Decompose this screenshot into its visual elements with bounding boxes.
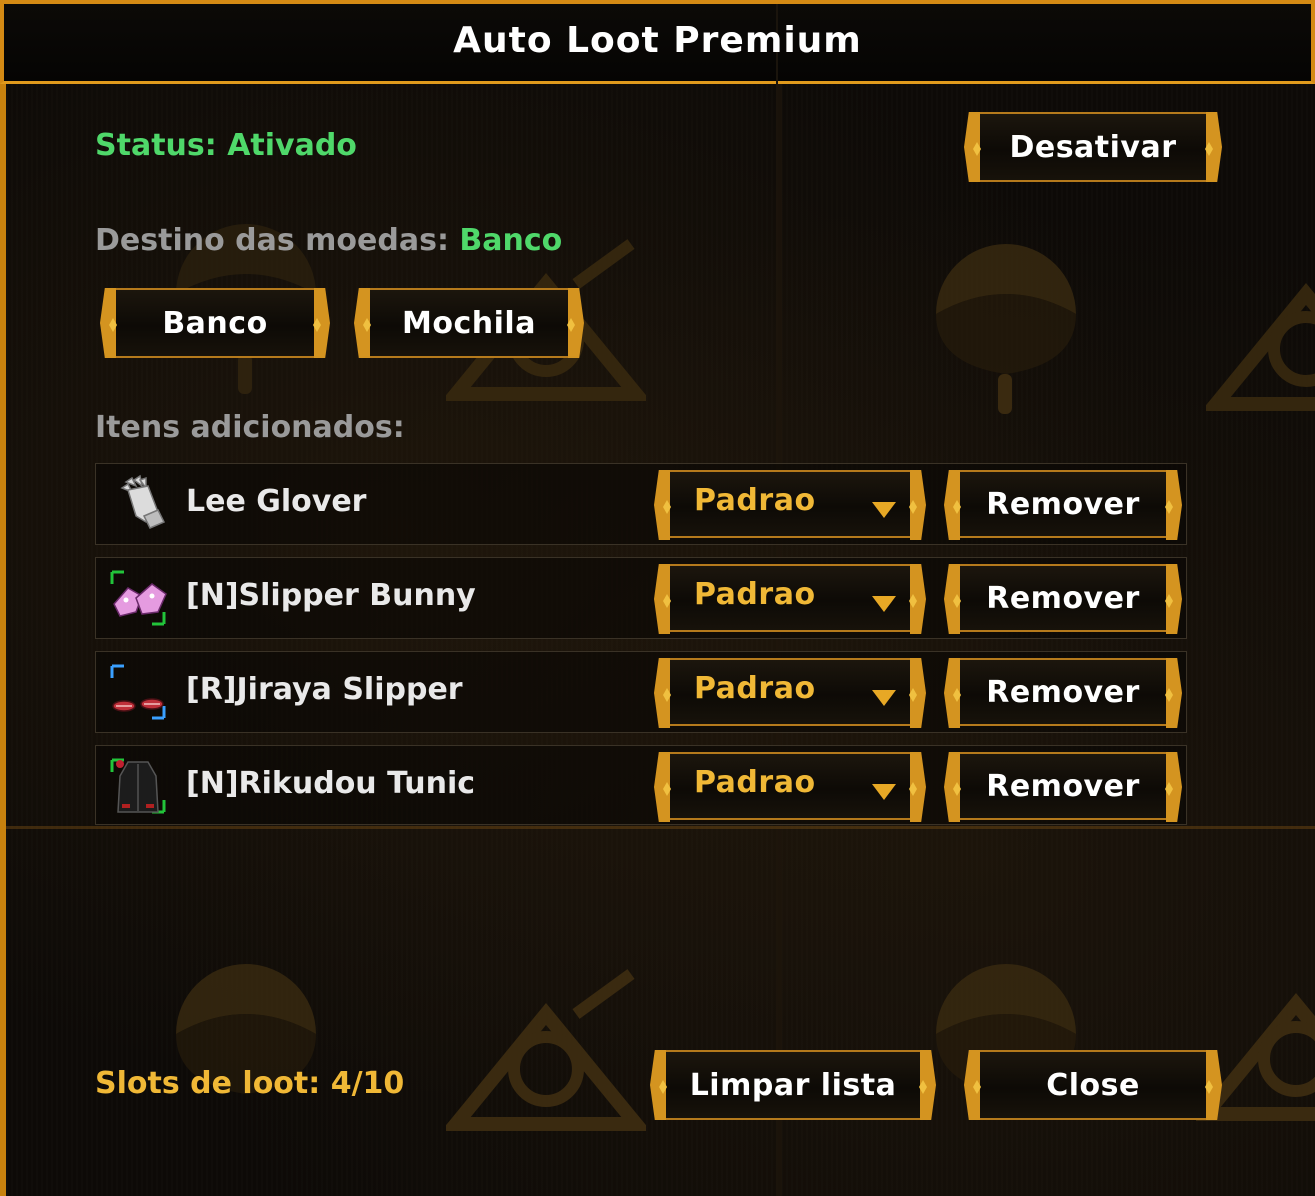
remove-button-label: Remover xyxy=(986,768,1140,804)
dropdown-arrow-icon xyxy=(872,690,896,706)
loot-mode-value: Padrao xyxy=(694,764,816,800)
title-bar[interactable]: Auto Loot Premium xyxy=(0,0,1315,84)
list-item: [N]Slipper Bunny Padrao Remover xyxy=(95,557,1187,639)
coin-destination: Destino das moedas: Banco xyxy=(95,223,562,258)
coin-destination-label: Destino das moedas: xyxy=(95,223,449,258)
button-ornament-icon xyxy=(1205,1080,1213,1094)
glove-icon xyxy=(120,474,166,529)
items-section-label: Itens adicionados: xyxy=(95,410,405,445)
auto-loot-window: Auto Loot Premium Status: Ativado Desati… xyxy=(0,0,1315,1196)
list-item: [R]Jiraya Slipper Padrao Remover xyxy=(95,651,1187,733)
coin-destination-value: Banco xyxy=(459,223,563,258)
remove-button-label: Remover xyxy=(986,580,1140,616)
button-ornament-icon xyxy=(567,318,575,332)
list-item: [N]Rikudou Tunic Padrao Remover xyxy=(95,745,1187,825)
button-ornament-icon xyxy=(109,318,117,332)
remove-button-label: Remover xyxy=(986,486,1140,522)
window-title: Auto Loot Premium xyxy=(453,20,862,61)
button-ornament-icon xyxy=(1165,782,1173,796)
button-ornament-icon xyxy=(909,594,917,608)
remove-button[interactable]: Remover xyxy=(953,470,1173,538)
list-item: Lee Glover Padrao Remover xyxy=(95,463,1187,545)
loot-mode-select[interactable]: Padrao xyxy=(663,470,917,538)
button-ornament-icon xyxy=(919,1080,927,1094)
clear-list-button-label: Limpar lista xyxy=(689,1067,897,1103)
deactivate-button[interactable]: Desativar xyxy=(973,112,1213,182)
button-ornament-icon xyxy=(313,318,321,332)
remove-button[interactable]: Remover xyxy=(953,564,1173,632)
clear-list-button[interactable]: Limpar lista xyxy=(659,1050,927,1120)
backpack-button-label: Mochila xyxy=(402,305,536,341)
close-button[interactable]: Close xyxy=(973,1050,1213,1120)
item-name: [R]Jiraya Slipper xyxy=(186,672,463,707)
loot-mode-select[interactable]: Padrao xyxy=(663,752,917,820)
item-name: Lee Glover xyxy=(186,484,367,519)
leaf-village-emblem-icon xyxy=(1206,282,1315,411)
remove-button[interactable]: Remover xyxy=(953,752,1173,820)
tunic-icon xyxy=(110,758,166,814)
panel-divider-horizontal xyxy=(6,826,1315,829)
loot-slots-label: Slots de loot: 4/10 xyxy=(95,1066,405,1101)
deactivate-button-label: Desativar xyxy=(1009,129,1177,165)
button-ornament-icon xyxy=(909,500,917,514)
button-ornament-icon xyxy=(953,500,961,514)
button-ornament-icon xyxy=(973,142,981,156)
button-ornament-icon xyxy=(663,500,671,514)
uchiha-fan-emblem-icon xyxy=(936,244,1076,414)
button-ornament-icon xyxy=(659,1080,667,1094)
item-name: [N]Slipper Bunny xyxy=(186,578,476,613)
dropdown-arrow-icon xyxy=(872,596,896,612)
panel-divider-vertical xyxy=(776,84,782,1196)
button-ornament-icon xyxy=(909,688,917,702)
button-ornament-icon xyxy=(363,318,371,332)
button-ornament-icon xyxy=(1205,142,1213,156)
loot-mode-value: Padrao xyxy=(694,576,816,612)
loot-mode-value: Padrao xyxy=(694,482,816,518)
button-ornament-icon xyxy=(953,688,961,702)
button-ornament-icon xyxy=(909,782,917,796)
dropdown-arrow-icon xyxy=(872,502,896,518)
bunny-slipper-icon xyxy=(110,570,167,626)
close-button-label: Close xyxy=(1046,1067,1140,1103)
button-ornament-icon xyxy=(663,782,671,796)
remove-button[interactable]: Remover xyxy=(953,658,1173,726)
dropdown-arrow-icon xyxy=(872,784,896,800)
item-name: [N]Rikudou Tunic xyxy=(186,766,476,801)
button-ornament-icon xyxy=(973,1080,981,1094)
remove-button-label: Remover xyxy=(986,674,1140,710)
bank-button-label: Banco xyxy=(162,305,268,341)
jiraya-slipper-icon xyxy=(110,664,166,720)
button-ornament-icon xyxy=(663,688,671,702)
loot-mode-select[interactable]: Padrao xyxy=(663,658,917,726)
status-label: Status: Ativado xyxy=(95,128,357,163)
button-ornament-icon xyxy=(953,782,961,796)
button-ornament-icon xyxy=(1165,594,1173,608)
button-ornament-icon xyxy=(663,594,671,608)
loot-mode-value: Padrao xyxy=(694,670,816,706)
uchiha-fan-emblem-icon xyxy=(176,964,316,1094)
button-ornament-icon xyxy=(1165,500,1173,514)
backpack-button[interactable]: Mochila xyxy=(363,288,575,358)
button-ornament-icon xyxy=(953,594,961,608)
loot-mode-select[interactable]: Padrao xyxy=(663,564,917,632)
leaf-village-emblem-icon xyxy=(446,969,646,1131)
bank-button[interactable]: Banco xyxy=(109,288,321,358)
button-ornament-icon xyxy=(1165,688,1173,702)
